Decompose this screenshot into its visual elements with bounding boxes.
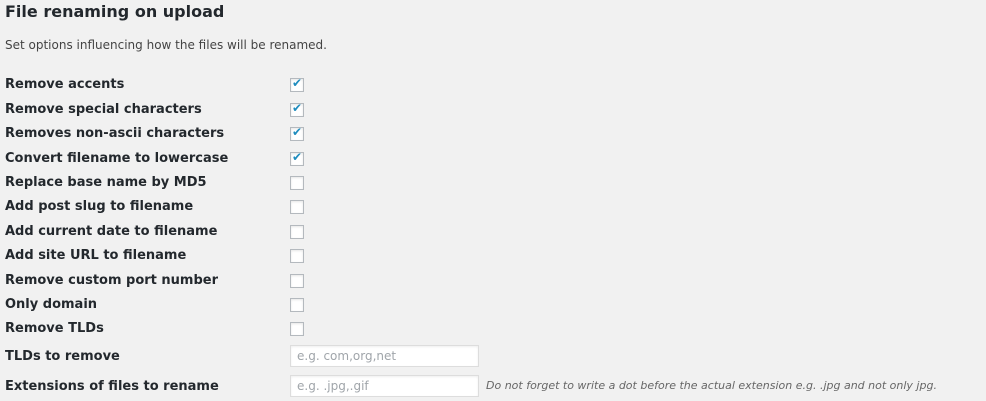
option-remove-accents: Remove accents ✔: [0, 73, 986, 97]
checkmark-icon: ✔: [291, 125, 303, 139]
checkmark-icon: [291, 223, 303, 235]
checkmark-icon: [291, 174, 303, 186]
checkmark-icon: ✔: [291, 76, 303, 90]
remove-special-characters-checkbox[interactable]: ✔: [290, 101, 304, 117]
tlds-field-row: TLDs to remove: [0, 345, 986, 369]
site-url-checkbox[interactable]: [290, 249, 304, 263]
md5-checkbox[interactable]: [290, 176, 304, 190]
option-label: Replace base name by MD5: [5, 175, 207, 190]
option-label: Convert filename to lowercase: [5, 151, 229, 166]
current-date-checkbox[interactable]: [290, 225, 304, 239]
option-label: Add site URL to filename: [5, 248, 187, 263]
extensions-input[interactable]: [290, 375, 479, 397]
option-label: Remove custom port number: [5, 273, 219, 288]
option-site-url: Add site URL to filename: [0, 244, 986, 268]
option-label: Remove accents: [5, 77, 125, 92]
option-remove-non-ascii: Removes non-ascii characters ✔: [0, 122, 986, 146]
remove-tlds-checkbox[interactable]: [290, 322, 304, 336]
option-remove-tlds: Remove TLDs: [0, 317, 986, 341]
only-domain-checkbox[interactable]: [290, 298, 304, 312]
checkmark-icon: [291, 296, 303, 308]
option-custom-port: Remove custom port number: [0, 269, 986, 293]
option-label: Add current date to filename: [5, 224, 218, 239]
option-post-slug: Add post slug to filename: [0, 195, 986, 219]
option-md5: Replace base name by MD5: [0, 171, 986, 195]
extensions-field-row: Extensions of files to rename Do not for…: [0, 375, 986, 399]
option-label: Add post slug to filename: [5, 199, 194, 214]
option-current-date: Add current date to filename: [0, 220, 986, 244]
option-label: Removes non-ascii characters: [5, 126, 225, 141]
remove-non-ascii-checkbox[interactable]: ✔: [290, 125, 304, 141]
option-only-domain: Only domain: [0, 293, 986, 317]
option-label: Remove special characters: [5, 102, 202, 117]
custom-port-checkbox[interactable]: [290, 274, 304, 288]
checkmark-icon: [291, 320, 303, 332]
checkmark-icon: [291, 247, 303, 259]
option-label: Only domain: [5, 297, 98, 312]
tlds-input[interactable]: [290, 345, 479, 367]
extensions-field-label: Extensions of files to rename: [5, 379, 219, 394]
post-slug-checkbox[interactable]: [290, 200, 304, 214]
remove-accents-checkbox[interactable]: ✔: [290, 76, 304, 92]
checkmark-icon: ✔: [291, 150, 303, 164]
lowercase-checkbox[interactable]: ✔: [290, 150, 304, 166]
section-description: Set options influencing how the files wi…: [5, 38, 327, 52]
section-title: File renaming on upload: [5, 2, 225, 21]
option-label: Remove TLDs: [5, 321, 104, 336]
checkmark-icon: [291, 198, 303, 210]
option-remove-special-characters: Remove special characters ✔: [0, 98, 986, 122]
tlds-field-label: TLDs to remove: [5, 349, 120, 364]
extensions-help-text: Do not forget to write a dot before the …: [486, 379, 937, 392]
checkmark-icon: [291, 272, 303, 284]
option-lowercase: Convert filename to lowercase ✔: [0, 147, 986, 171]
checkmark-icon: ✔: [291, 101, 303, 115]
